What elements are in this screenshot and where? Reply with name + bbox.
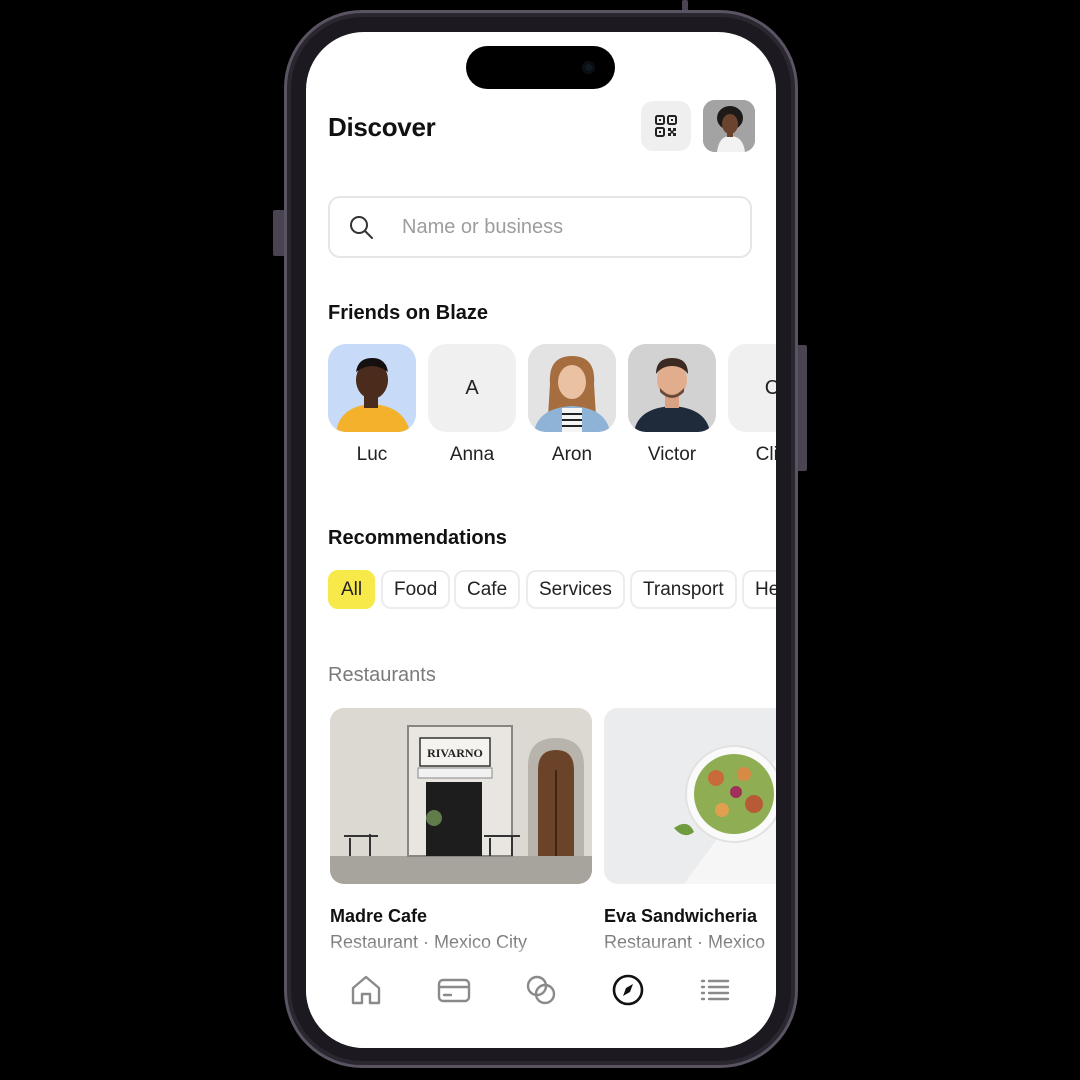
exchange-icon xyxy=(526,975,556,1005)
qr-code-icon xyxy=(655,115,677,137)
list-fade xyxy=(306,942,776,962)
chip-services[interactable]: Services xyxy=(526,570,625,609)
friend-avatar xyxy=(628,344,716,432)
friend-name: Clin xyxy=(755,444,776,465)
qr-code-button[interactable] xyxy=(641,101,691,151)
search-icon xyxy=(350,216,373,239)
chip-transport[interactable]: Transport xyxy=(630,570,737,609)
tab-home[interactable] xyxy=(344,968,388,1012)
search-input[interactable] xyxy=(402,215,702,239)
compass-icon xyxy=(612,974,644,1006)
chip-all[interactable]: All xyxy=(328,570,376,609)
list-icon xyxy=(700,979,730,1001)
friends-section-title: Friends on Blaze xyxy=(328,302,489,324)
tab-list[interactable] xyxy=(693,968,737,1012)
friends-list: Luc A Anna Aron Victor C Cli xyxy=(328,344,776,474)
tab-cards[interactable] xyxy=(432,968,476,1012)
recommendations-title: Recommendations xyxy=(328,527,507,549)
tab-discover[interactable] xyxy=(606,968,650,1012)
friend-name: Anna xyxy=(449,444,495,465)
friend-avatar xyxy=(528,344,616,432)
friend-avatar xyxy=(328,344,416,432)
friend-avatar-initial: C xyxy=(728,344,776,432)
card-icon xyxy=(437,978,471,1003)
friend-item-aron[interactable]: Aron xyxy=(528,344,616,466)
chip-food[interactable]: Food xyxy=(381,570,451,609)
friend-name: Aron xyxy=(551,444,593,465)
profile-avatar[interactable] xyxy=(703,100,755,152)
dynamic-island xyxy=(466,46,615,89)
restaurant-name: Eva Sandwicheria xyxy=(604,906,758,926)
friend-item-clin[interactable]: C Clin xyxy=(728,344,776,466)
friend-avatar-initial: A xyxy=(428,344,516,432)
page-title: Discover xyxy=(328,112,436,142)
restaurant-image xyxy=(604,708,776,884)
restaurant-card-madre-cafe[interactable]: RIVARNO Madre Cafe Restaurant · xyxy=(330,708,592,953)
friend-item-anna[interactable]: A Anna xyxy=(428,344,516,466)
friend-item-victor[interactable]: Victor xyxy=(628,344,716,466)
phone-screen: Discover F xyxy=(306,32,776,1048)
tab-bar xyxy=(306,960,776,1048)
restaurant-image: RIVARNO xyxy=(330,708,592,884)
search-field[interactable] xyxy=(328,196,752,258)
friend-item-luc[interactable]: Luc xyxy=(328,344,416,466)
friend-name: Victor xyxy=(647,444,697,465)
restaurant-cards: RIVARNO Madre Cafe Restaurant · xyxy=(330,708,776,952)
category-chips: All Food Cafe Services Transport He xyxy=(328,570,776,610)
friend-name: Luc xyxy=(356,444,388,465)
home-icon xyxy=(351,975,381,1005)
camera-icon xyxy=(582,61,595,74)
chip-cafe[interactable]: Cafe xyxy=(454,570,521,609)
chip-health[interactable]: He xyxy=(742,570,776,609)
tab-exchange[interactable] xyxy=(519,968,563,1012)
restaurants-title: Restaurants xyxy=(328,664,436,686)
restaurant-name: Madre Cafe xyxy=(330,906,428,926)
restaurant-card-eva-sandwicheria[interactable]: Eva Sandwicheria Restaurant · Mexico xyxy=(604,708,776,953)
phone-power-button xyxy=(797,345,807,471)
cafe-sign-text: RIVARNO xyxy=(427,746,483,760)
